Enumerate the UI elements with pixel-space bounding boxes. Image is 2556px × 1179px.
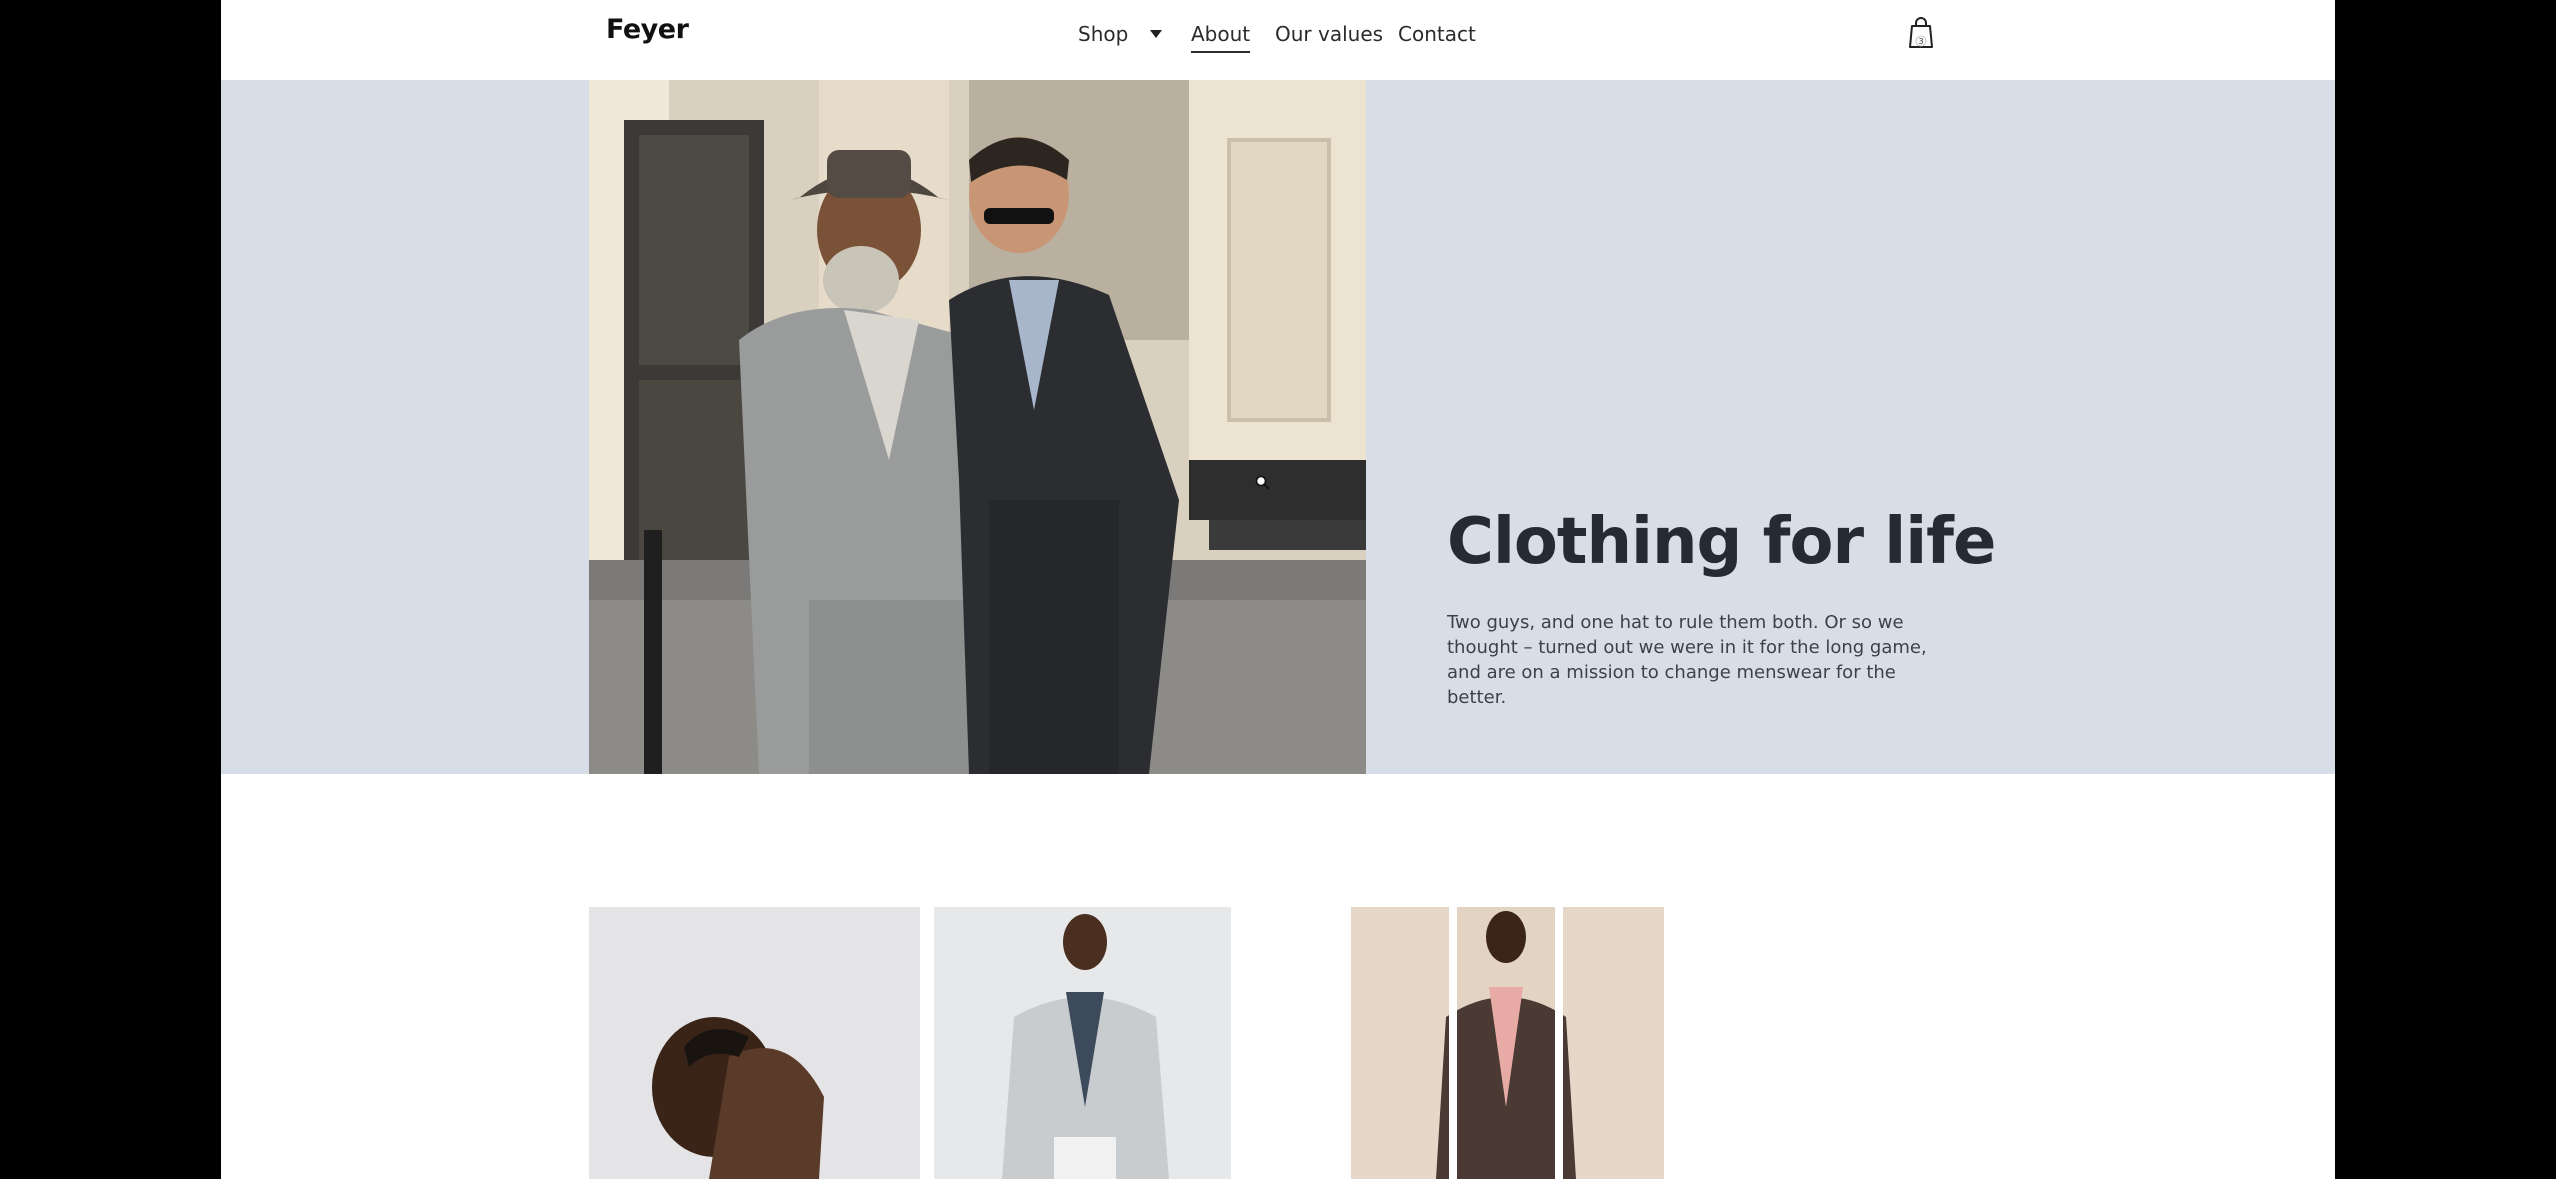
nav-about-label[interactable]: About bbox=[1191, 22, 1251, 53]
cart-button[interactable]: 3 bbox=[1907, 16, 1935, 50]
nav-our-values-label[interactable]: Our values bbox=[1275, 22, 1383, 46]
hero-photo bbox=[589, 80, 1366, 774]
gallery-image-man-grey-blazer bbox=[934, 907, 1231, 1179]
hero-section: Clothing for life Two guys, and one hat … bbox=[221, 80, 2335, 774]
cart-count: 3 bbox=[1918, 37, 1923, 46]
hero-image-two-men-in-suits bbox=[589, 80, 1366, 774]
nav-about[interactable]: About bbox=[1191, 22, 1251, 53]
site-header: Feyer Shop About Our values Contact 3 bbox=[221, 0, 2335, 80]
nav-our-values[interactable]: Our values bbox=[1275, 22, 1383, 46]
nav-contact-label[interactable]: Contact bbox=[1398, 22, 1476, 46]
hero-title: Clothing for life bbox=[1447, 505, 1996, 579]
nav-contact[interactable]: Contact bbox=[1398, 22, 1476, 46]
brand-logo[interactable]: Feyer bbox=[606, 14, 689, 45]
gallery-image-man-brown-suit-triptych bbox=[1351, 907, 1664, 1179]
chevron-down-icon[interactable] bbox=[1150, 30, 1163, 38]
gallery-image-man-looking-up bbox=[589, 907, 920, 1179]
shopping-bag-icon[interactable]: 3 bbox=[1907, 16, 1935, 50]
page: Feyer Shop About Our values Contact 3 Cl… bbox=[221, 0, 2335, 1179]
nav-shop[interactable]: Shop bbox=[1078, 22, 1163, 46]
hero-description: Two guys, and one hat to rule them both.… bbox=[1447, 612, 1927, 708]
zoom-cursor-icon bbox=[1255, 475, 1270, 490]
nav-shop-label[interactable]: Shop bbox=[1078, 22, 1128, 46]
